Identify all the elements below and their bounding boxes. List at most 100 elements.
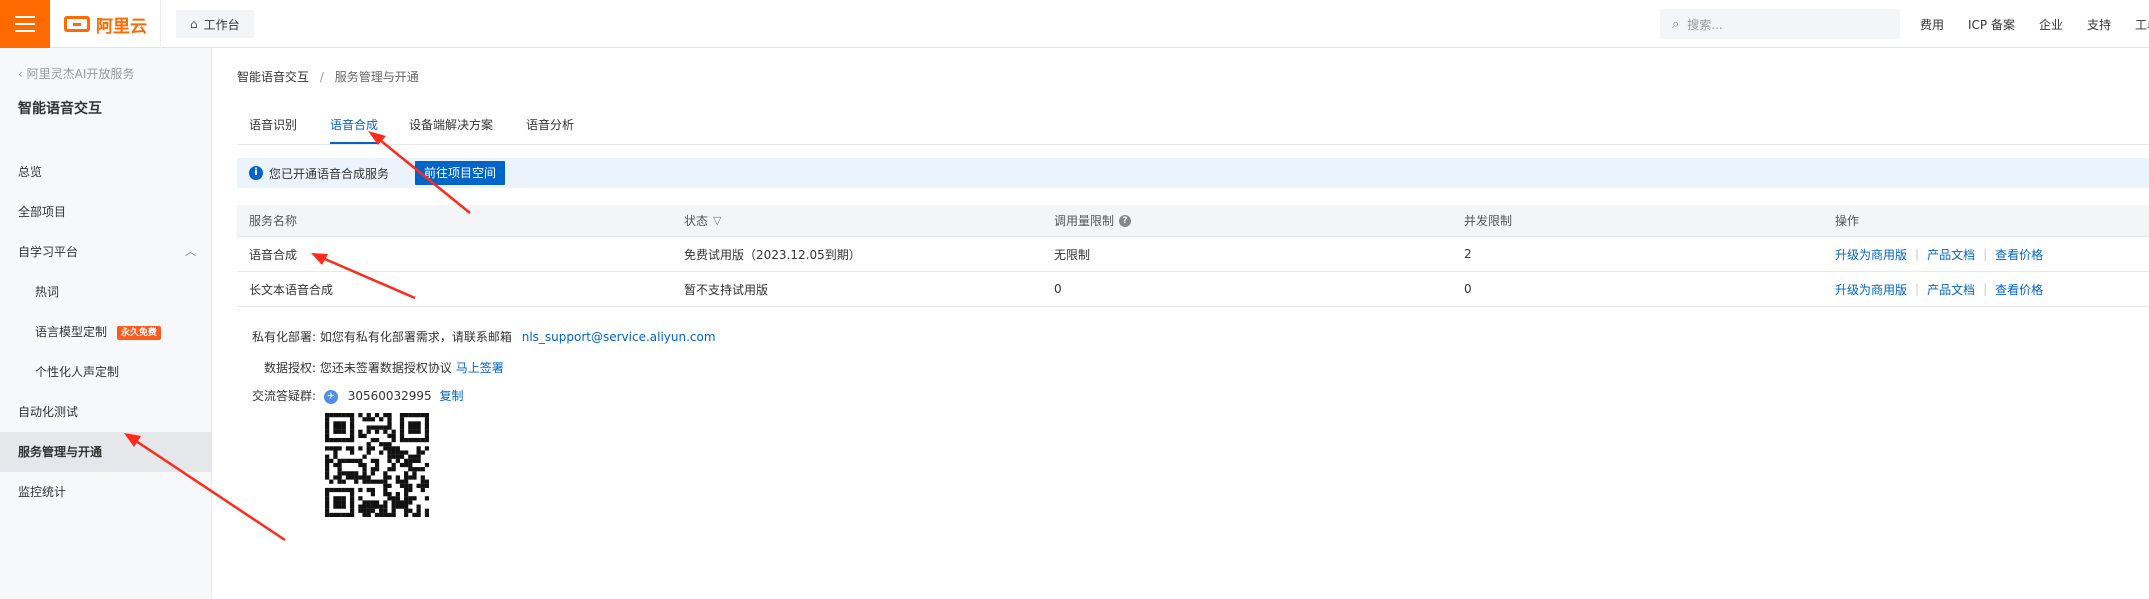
header-service-name: 服务名称 bbox=[249, 214, 298, 228]
product-docs-link[interactable]: 产品文档 bbox=[1927, 246, 1975, 263]
top-link-support[interactable]: 支持 bbox=[2087, 16, 2111, 33]
aliyun-logo-icon bbox=[64, 16, 90, 32]
notice-banner: i 您已开通语音合成服务 前往项目空间 bbox=[237, 158, 2149, 188]
sidebar-item-label: 总览 bbox=[18, 165, 43, 179]
sidebar: ‹ 阿里灵杰AI开放服务 智能语音交互 总览 全部项目 自学习平台 ︿ 热词 语… bbox=[0, 48, 212, 599]
data-auth-label: 数据授权: bbox=[264, 361, 317, 375]
free-badge: 永久免费 bbox=[116, 325, 161, 340]
table-row: 长文本语音合成 暂不支持试用版 0 0 升级为商用版 | 产品文档 | 查看价格 bbox=[237, 272, 2149, 307]
header-concurrency: 并发限制 bbox=[1464, 214, 1513, 228]
workbench-label: 工作台 bbox=[203, 17, 240, 32]
tab-speech-recognition[interactable]: 语音识别 bbox=[249, 110, 297, 144]
private-deploy-label: 私有化部署: bbox=[252, 330, 317, 344]
goto-project-space-button[interactable]: 前往项目空间 bbox=[415, 161, 506, 185]
tab-device-solution[interactable]: 设备端解决方案 bbox=[409, 110, 493, 144]
sidebar-item-monitoring[interactable]: 监控统计 bbox=[0, 472, 212, 512]
top-link-billing[interactable]: 费用 bbox=[1920, 16, 1944, 33]
home-icon: ⌂ bbox=[190, 17, 198, 31]
navbar-divider bbox=[160, 0, 161, 48]
upgrade-commercial-link[interactable]: 升级为商用版 bbox=[1835, 246, 1907, 263]
cell-call-limit: 无限制 bbox=[1054, 247, 1091, 262]
hamburger-menu-button[interactable] bbox=[0, 0, 50, 48]
data-auth-text: 您还未签署数据授权协议 bbox=[319, 361, 452, 375]
support-email-link[interactable]: nls_support@service.aliyun.com bbox=[522, 330, 716, 344]
header-status-label: 状态 bbox=[684, 214, 709, 228]
sidebar-back-link[interactable]: ‹ 阿里灵杰AI开放服务 bbox=[18, 65, 134, 82]
cell-service-name: 长文本语音合成 bbox=[249, 282, 334, 297]
sidebar-item-label: 全部项目 bbox=[18, 205, 67, 219]
sidebar-item-hotwords[interactable]: 热词 bbox=[0, 272, 212, 312]
qa-group-label: 交流答疑群: bbox=[252, 389, 317, 403]
cell-status: 暂不支持试用版 bbox=[684, 282, 769, 297]
sidebar-item-all-projects[interactable]: 全部项目 bbox=[0, 192, 212, 232]
breadcrumb-root[interactable]: 智能语音交互 bbox=[237, 70, 309, 84]
data-auth-line: 数据授权: 您还未签署数据授权协议 马上签署 bbox=[264, 359, 504, 376]
sidebar-item-label: 个性化人声定制 bbox=[35, 365, 120, 379]
top-navbar: 阿里云 ⌂ 工作台 ⌕ 搜索... 费用 ICP 备案 企业 支持 工单 bbox=[0, 0, 2149, 48]
aliyun-logo[interactable]: 阿里云 bbox=[64, 13, 147, 37]
action-separator: | bbox=[1915, 247, 1920, 261]
header-call-limit: 调用量限制 ? bbox=[1054, 205, 1132, 236]
sidebar-title: 智能语音交互 bbox=[18, 101, 102, 117]
dingtalk-icon: ✈ bbox=[323, 389, 338, 404]
tab-speech-synthesis[interactable]: 语音合成 bbox=[330, 110, 379, 144]
upgrade-commercial-link[interactable]: 升级为商用版 bbox=[1835, 281, 1907, 298]
tab-speech-analysis[interactable]: 语音分析 bbox=[526, 110, 574, 144]
copy-link[interactable]: 复制 bbox=[440, 389, 464, 403]
sidebar-item-overview[interactable]: 总览 bbox=[0, 152, 212, 192]
sidebar-item-label: 热词 bbox=[35, 285, 60, 299]
cell-concurrency: 0 bbox=[1464, 282, 1472, 296]
action-separator: | bbox=[1983, 282, 1988, 296]
table-row: 语音合成 免费试用版（2023.12.05到期） 无限制 2 升级为商用版 | … bbox=[237, 237, 2149, 272]
action-separator: | bbox=[1983, 247, 1988, 261]
private-deploy-text: 如您有私有化部署需求，请联系邮箱 bbox=[319, 330, 512, 344]
header-status: 状态 ▽ bbox=[684, 205, 721, 236]
breadcrumb-current: 服务管理与开通 bbox=[334, 70, 419, 84]
sidebar-item-label: 自动化测试 bbox=[18, 405, 79, 419]
view-pricing-link[interactable]: 查看价格 bbox=[1995, 281, 2043, 298]
service-table: 服务名称 状态 ▽ 调用量限制 ? 并发限制 操作 语音合成 免费试用版（202… bbox=[237, 205, 2149, 307]
cell-actions: 升级为商用版 | 产品文档 | 查看价格 bbox=[1835, 237, 2043, 271]
chevron-left-icon: ‹ bbox=[18, 67, 23, 81]
filter-icon[interactable]: ▽ bbox=[713, 214, 721, 227]
info-icon: i bbox=[249, 166, 263, 180]
top-link-enterprise[interactable]: 企业 bbox=[2039, 16, 2063, 33]
sidebar-item-service-management[interactable]: 服务管理与开通 bbox=[0, 432, 212, 472]
search-placeholder: 搜索... bbox=[1687, 17, 1723, 32]
qa-group-number: 30560032995 bbox=[347, 389, 432, 403]
search-icon: ⌕ bbox=[1672, 16, 1680, 32]
workbench-button[interactable]: ⌂ 工作台 bbox=[176, 10, 254, 38]
sidebar-item-auto-test[interactable]: 自动化测试 bbox=[0, 392, 212, 432]
sidebar-item-label: 自学习平台 bbox=[18, 245, 79, 259]
help-icon[interactable]: ? bbox=[1119, 214, 1132, 227]
logo-text: 阿里云 bbox=[96, 16, 147, 37]
sidebar-back-label: 阿里灵杰AI开放服务 bbox=[26, 67, 135, 81]
cell-status: 免费试用版（2023.12.05到期） bbox=[684, 247, 861, 262]
breadcrumb-separator: / bbox=[319, 70, 324, 84]
cell-actions: 升级为商用版 | 产品文档 | 查看价格 bbox=[1835, 272, 2043, 306]
cell-concurrency: 2 bbox=[1464, 247, 1472, 261]
sidebar-item-label: 语言模型定制 bbox=[35, 325, 108, 339]
top-link-icp[interactable]: ICP 备案 bbox=[1968, 16, 2015, 33]
sidebar-item-label: 服务管理与开通 bbox=[18, 445, 103, 459]
view-pricing-link[interactable]: 查看价格 bbox=[1995, 246, 2043, 263]
breadcrumb: 智能语音交互 / 服务管理与开通 bbox=[237, 68, 419, 85]
search-input[interactable]: ⌕ 搜索... bbox=[1660, 9, 1900, 39]
private-deploy-line: 私有化部署: 如您有私有化部署需求，请联系邮箱 nls_support@serv… bbox=[252, 328, 716, 345]
sidebar-item-self-learning[interactable]: 自学习平台 ︿ bbox=[0, 232, 212, 272]
qa-group-line: 交流答疑群: ✈ 30560032995 复制 bbox=[252, 387, 464, 404]
cell-call-limit: 0 bbox=[1054, 282, 1062, 296]
service-tabs: 语音识别 语音合成 设备端解决方案 语音分析 bbox=[237, 110, 2149, 145]
top-links: 费用 ICP 备案 企业 支持 工单 bbox=[1920, 0, 2149, 48]
chevron-up-icon: ︿ bbox=[185, 245, 196, 258]
sign-now-link[interactable]: 马上签署 bbox=[456, 361, 504, 375]
sidebar-item-custom-voice[interactable]: 个性化人声定制 bbox=[0, 352, 212, 392]
qr-code bbox=[325, 413, 429, 517]
cell-service-name: 语音合成 bbox=[249, 247, 298, 262]
product-docs-link[interactable]: 产品文档 bbox=[1927, 281, 1975, 298]
table-header: 服务名称 状态 ▽ 调用量限制 ? 并发限制 操作 bbox=[237, 205, 2149, 237]
sidebar-item-label: 监控统计 bbox=[18, 485, 67, 499]
sidebar-item-language-model[interactable]: 语言模型定制 永久免费 bbox=[0, 312, 212, 352]
top-link-ticket[interactable]: 工单 bbox=[2135, 16, 2149, 33]
action-separator: | bbox=[1915, 282, 1920, 296]
